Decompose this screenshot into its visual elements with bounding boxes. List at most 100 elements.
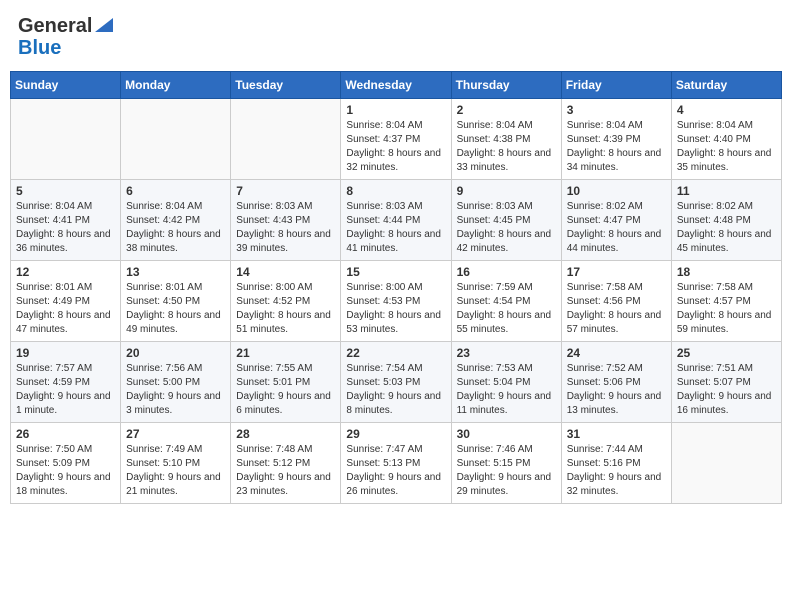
day-number: 6 bbox=[126, 184, 225, 198]
weekday-header: Sunday bbox=[11, 72, 121, 99]
day-number: 4 bbox=[677, 103, 776, 117]
calendar-week-row: 12 Sunrise: 8:01 AM Sunset: 4:49 PM Dayli… bbox=[11, 261, 782, 342]
day-info: Sunrise: 7:48 AM Sunset: 5:12 PM Dayligh… bbox=[236, 443, 335, 499]
day-info: Sunrise: 7:47 AM Sunset: 5:13 PM Dayligh… bbox=[346, 443, 445, 499]
day-number: 15 bbox=[346, 265, 445, 279]
calendar-cell: 12 Sunrise: 8:01 AM Sunset: 4:49 PM Dayli… bbox=[11, 261, 121, 342]
calendar-cell: 14 Sunrise: 8:00 AM Sunset: 4:52 PM Dayli… bbox=[231, 261, 341, 342]
day-info: Sunrise: 8:04 AM Sunset: 4:38 PM Dayligh… bbox=[457, 119, 556, 175]
day-number: 28 bbox=[236, 427, 335, 441]
day-number: 18 bbox=[677, 265, 776, 279]
day-info: Sunrise: 8:03 AM Sunset: 4:43 PM Dayligh… bbox=[236, 200, 335, 256]
day-info: Sunrise: 8:04 AM Sunset: 4:39 PM Dayligh… bbox=[567, 119, 666, 175]
calendar-cell: 24 Sunrise: 7:52 AM Sunset: 5:06 PM Dayli… bbox=[561, 342, 671, 423]
day-info: Sunrise: 7:56 AM Sunset: 5:00 PM Dayligh… bbox=[126, 362, 225, 418]
day-number: 30 bbox=[457, 427, 556, 441]
day-number: 12 bbox=[16, 265, 115, 279]
weekday-header: Wednesday bbox=[341, 72, 451, 99]
day-info: Sunrise: 7:50 AM Sunset: 5:09 PM Dayligh… bbox=[16, 443, 115, 499]
calendar-cell: 3 Sunrise: 8:04 AM Sunset: 4:39 PM Daylig… bbox=[561, 99, 671, 180]
day-number: 10 bbox=[567, 184, 666, 198]
weekday-header-row: SundayMondayTuesdayWednesdayThursdayFrid… bbox=[11, 72, 782, 99]
day-info: Sunrise: 8:04 AM Sunset: 4:37 PM Dayligh… bbox=[346, 119, 445, 175]
calendar-cell: 9 Sunrise: 8:03 AM Sunset: 4:45 PM Daylig… bbox=[451, 180, 561, 261]
logo: General Blue bbox=[18, 14, 113, 59]
day-number: 1 bbox=[346, 103, 445, 117]
day-info: Sunrise: 8:03 AM Sunset: 4:44 PM Dayligh… bbox=[346, 200, 445, 256]
calendar-cell bbox=[671, 423, 781, 504]
day-info: Sunrise: 8:04 AM Sunset: 4:40 PM Dayligh… bbox=[677, 119, 776, 175]
day-number: 17 bbox=[567, 265, 666, 279]
day-number: 22 bbox=[346, 346, 445, 360]
calendar-cell: 6 Sunrise: 8:04 AM Sunset: 4:42 PM Daylig… bbox=[121, 180, 231, 261]
page-header: General Blue bbox=[10, 10, 782, 63]
calendar-cell: 10Sunrise: 8:02 AM Sunset: 4:47 PM Dayli… bbox=[561, 180, 671, 261]
day-info: Sunrise: 7:58 AM Sunset: 4:57 PM Dayligh… bbox=[677, 281, 776, 337]
calendar-cell: 18 Sunrise: 7:58 AM Sunset: 4:57 PM Dayli… bbox=[671, 261, 781, 342]
day-number: 11 bbox=[677, 184, 776, 198]
day-info: Sunrise: 8:00 AM Sunset: 4:52 PM Dayligh… bbox=[236, 281, 335, 337]
calendar-cell: 27 Sunrise: 7:49 AM Sunset: 5:10 PM Dayli… bbox=[121, 423, 231, 504]
day-number: 9 bbox=[457, 184, 556, 198]
day-number: 14 bbox=[236, 265, 335, 279]
day-info: Sunrise: 7:46 AM Sunset: 5:15 PM Dayligh… bbox=[457, 443, 556, 499]
logo-general-text: General bbox=[18, 15, 92, 37]
calendar-cell: 17 Sunrise: 7:58 AM Sunset: 4:56 PM Dayli… bbox=[561, 261, 671, 342]
calendar-cell: 19 Sunrise: 7:57 AM Sunset: 4:59 PM Dayli… bbox=[11, 342, 121, 423]
logo-icon bbox=[95, 14, 113, 32]
calendar-cell: 5 Sunrise: 8:04 AM Sunset: 4:41 PM Daylig… bbox=[11, 180, 121, 261]
day-info: Sunrise: 7:52 AM Sunset: 5:06 PM Dayligh… bbox=[567, 362, 666, 418]
day-info: Sunrise: 7:54 AM Sunset: 5:03 PM Dayligh… bbox=[346, 362, 445, 418]
calendar-cell: 20 Sunrise: 7:56 AM Sunset: 5:00 PM Dayli… bbox=[121, 342, 231, 423]
day-info: Sunrise: 8:01 AM Sunset: 4:50 PM Dayligh… bbox=[126, 281, 225, 337]
calendar-cell: 21Sunrise: 7:55 AM Sunset: 5:01 PM Dayli… bbox=[231, 342, 341, 423]
day-info: Sunrise: 7:59 AM Sunset: 4:54 PM Dayligh… bbox=[457, 281, 556, 337]
calendar-cell: 15 Sunrise: 8:00 AM Sunset: 4:53 PM Dayli… bbox=[341, 261, 451, 342]
calendar-cell: 25Sunrise: 7:51 AM Sunset: 5:07 PM Dayli… bbox=[671, 342, 781, 423]
day-number: 8 bbox=[346, 184, 445, 198]
day-number: 3 bbox=[567, 103, 666, 117]
day-number: 13 bbox=[126, 265, 225, 279]
calendar-cell bbox=[11, 99, 121, 180]
day-info: Sunrise: 7:51 AM Sunset: 5:07 PM Dayligh… bbox=[677, 362, 776, 418]
calendar-week-row: 1 Sunrise: 8:04 AM Sunset: 4:37 PM Daylig… bbox=[11, 99, 782, 180]
calendar-cell: 30 Sunrise: 7:46 AM Sunset: 5:15 PM Dayli… bbox=[451, 423, 561, 504]
day-info: Sunrise: 7:58 AM Sunset: 4:56 PM Dayligh… bbox=[567, 281, 666, 337]
day-info: Sunrise: 8:04 AM Sunset: 4:42 PM Dayligh… bbox=[126, 200, 225, 256]
day-info: Sunrise: 8:02 AM Sunset: 4:48 PM Dayligh… bbox=[677, 200, 776, 256]
calendar-week-row: 5 Sunrise: 8:04 AM Sunset: 4:41 PM Daylig… bbox=[11, 180, 782, 261]
calendar-cell: 1 Sunrise: 8:04 AM Sunset: 4:37 PM Daylig… bbox=[341, 99, 451, 180]
day-number: 2 bbox=[457, 103, 556, 117]
day-number: 20 bbox=[126, 346, 225, 360]
calendar-cell: 7Sunrise: 8:03 AM Sunset: 4:43 PM Daylig… bbox=[231, 180, 341, 261]
calendar-week-row: 19 Sunrise: 7:57 AM Sunset: 4:59 PM Dayli… bbox=[11, 342, 782, 423]
calendar-cell bbox=[121, 99, 231, 180]
day-info: Sunrise: 8:03 AM Sunset: 4:45 PM Dayligh… bbox=[457, 200, 556, 256]
day-number: 29 bbox=[346, 427, 445, 441]
day-number: 16 bbox=[457, 265, 556, 279]
day-number: 26 bbox=[16, 427, 115, 441]
day-info: Sunrise: 7:49 AM Sunset: 5:10 PM Dayligh… bbox=[126, 443, 225, 499]
calendar-cell: 8 Sunrise: 8:03 AM Sunset: 4:44 PM Daylig… bbox=[341, 180, 451, 261]
day-number: 24 bbox=[567, 346, 666, 360]
calendar-cell: 22 Sunrise: 7:54 AM Sunset: 5:03 PM Dayli… bbox=[341, 342, 451, 423]
weekday-header: Thursday bbox=[451, 72, 561, 99]
weekday-header: Friday bbox=[561, 72, 671, 99]
calendar-cell: 23Sunrise: 7:53 AM Sunset: 5:04 PM Dayli… bbox=[451, 342, 561, 423]
day-info: Sunrise: 8:04 AM Sunset: 4:41 PM Dayligh… bbox=[16, 200, 115, 256]
day-number: 31 bbox=[567, 427, 666, 441]
calendar-cell: 4 Sunrise: 8:04 AM Sunset: 4:40 PM Daylig… bbox=[671, 99, 781, 180]
day-info: Sunrise: 7:53 AM Sunset: 5:04 PM Dayligh… bbox=[457, 362, 556, 418]
day-number: 19 bbox=[16, 346, 115, 360]
calendar-cell: 29 Sunrise: 7:47 AM Sunset: 5:13 PM Dayli… bbox=[341, 423, 451, 504]
weekday-header: Saturday bbox=[671, 72, 781, 99]
day-number: 21 bbox=[236, 346, 335, 360]
day-info: Sunrise: 8:00 AM Sunset: 4:53 PM Dayligh… bbox=[346, 281, 445, 337]
day-info: Sunrise: 8:01 AM Sunset: 4:49 PM Dayligh… bbox=[16, 281, 115, 337]
day-number: 5 bbox=[16, 184, 115, 198]
day-info: Sunrise: 7:57 AM Sunset: 4:59 PM Dayligh… bbox=[16, 362, 115, 418]
calendar-cell: 26 Sunrise: 7:50 AM Sunset: 5:09 PM Dayli… bbox=[11, 423, 121, 504]
weekday-header: Tuesday bbox=[231, 72, 341, 99]
day-number: 27 bbox=[126, 427, 225, 441]
calendar-cell: 28 Sunrise: 7:48 AM Sunset: 5:12 PM Dayli… bbox=[231, 423, 341, 504]
